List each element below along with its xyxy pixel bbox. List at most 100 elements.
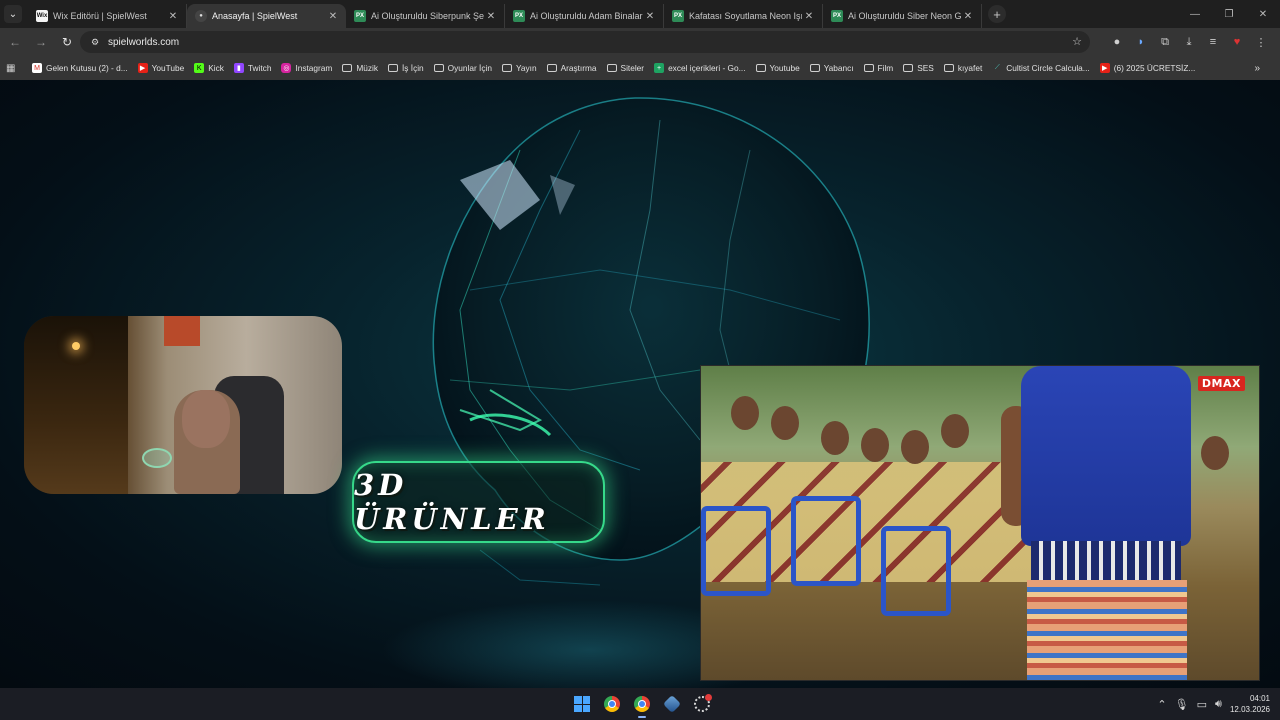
webcam-street-light: [72, 342, 80, 350]
taskbar-app-blue[interactable]: [660, 692, 684, 716]
bookmark-label: Film: [877, 63, 894, 73]
apps-grid-icon[interactable]: ▦: [6, 63, 22, 74]
bookmark-item[interactable]: Siteler: [606, 63, 644, 73]
toolbar-extensions: ● ◗ ⧉ ⤓ ≡ ♥ ⋮: [1106, 31, 1272, 53]
close-window-icon[interactable]: ✕: [1246, 0, 1280, 28]
spielwest-icon: ●: [195, 10, 207, 22]
close-icon[interactable]: ✕: [326, 11, 340, 22]
tab-title: Kafatası Soyutlama Neon Işık: [689, 11, 802, 21]
video-standing-person: [1001, 366, 1201, 680]
extensions-puzzle-icon[interactable]: ⧉: [1154, 31, 1176, 53]
bookmark-item[interactable]: ◎ Instagram: [281, 63, 332, 73]
windows-taskbar: ⌃ 🎙︎ ▭ 🔊︎ 04:01 12.03.2026: [0, 688, 1280, 720]
wix-icon: Wix: [36, 10, 48, 22]
tab-anasayfa[interactable]: ● Anasayfa | SpielWest ✕: [187, 4, 346, 28]
bookmark-item[interactable]: ▶ YouTube: [137, 63, 184, 73]
tab-title: Ai Oluşturuldu Siberpunk Şehir: [371, 11, 484, 21]
tab-strip: ⌄ Wix Wix Editörü | SpielWest ✕ ● Anasay…: [0, 0, 1280, 28]
audio-extension-icon[interactable]: ◗: [1130, 31, 1152, 53]
folder-icon: [809, 64, 820, 72]
clock-date: 12.03.2026: [1229, 705, 1270, 714]
bookmark-label: excel içerikleri - Go...: [668, 63, 746, 73]
bookmark-item[interactable]: Yabancı: [809, 63, 854, 73]
more-bookmarks-chevron-icon[interactable]: »: [1254, 63, 1260, 74]
bookmark-label: Yayın: [515, 63, 537, 73]
address-bar[interactable]: ⚙ spielworlds.com ☆: [80, 31, 1090, 53]
bookmark-label: Twitch: [247, 63, 272, 73]
tab-siberpunk-sehir[interactable]: PX Ai Oluşturuldu Siberpunk Şehir ✕: [346, 4, 505, 28]
bookmark-item[interactable]: İş İçin: [388, 63, 424, 73]
video-blue-chair: [881, 526, 951, 616]
clock[interactable]: 04:01 12.03.2026: [1230, 693, 1270, 715]
tab-siber-neon[interactable]: PX Ai Oluşturuldu Siber Neon Gec ✕: [823, 4, 982, 28]
bookmark-label: Oyunlar İçin: [447, 63, 492, 73]
tab-search-chevron-icon[interactable]: ⌄: [4, 5, 22, 23]
sheets-icon: +: [654, 63, 665, 73]
video-chairs: [701, 496, 981, 680]
taskbar-chrome[interactable]: [600, 692, 624, 716]
bookmark-item[interactable]: Youtube: [755, 63, 800, 73]
profile-avatar-icon[interactable]: ♥: [1226, 31, 1248, 53]
back-arrow-icon[interactable]: ←: [4, 31, 26, 53]
bookmark-item[interactable]: Araştırma: [546, 63, 597, 73]
youtube-icon: ▶: [137, 63, 148, 73]
close-icon[interactable]: ✕: [484, 11, 498, 22]
bookmarks-bar: ▦ M Gelen Kutusu (2) - d... ▶ YouTube K Kick ▮…: [0, 56, 1280, 80]
dmax-logo: DMAX: [1197, 376, 1245, 391]
microphone-tray-icon[interactable]: 🎙︎: [1175, 698, 1189, 711]
bookmark-item[interactable]: Oyunlar İçin: [433, 63, 492, 73]
bookmark-item[interactable]: ⟋ Cultist Circle Calcula...: [992, 63, 1090, 73]
bookmark-label: Araştırma: [560, 63, 597, 73]
reload-icon[interactable]: ↻: [56, 31, 78, 53]
video-child: [771, 406, 799, 440]
bookmark-star-icon[interactable]: ☆: [1072, 35, 1082, 48]
download-icon[interactable]: ⤓: [1178, 31, 1200, 53]
video-blue-chair: [701, 506, 771, 596]
tab-title: Ai Oluşturuldu Adam Binalar -: [530, 11, 643, 21]
folder-icon: [546, 64, 557, 72]
start-button[interactable]: [570, 692, 594, 716]
bookmark-item[interactable]: ▮ Twitch: [233, 63, 272, 73]
video-blue-chair: [791, 496, 861, 586]
3d-products-label: 3D ÜRÜNLER: [354, 468, 550, 536]
bookmark-label: Instagram: [295, 63, 333, 73]
video-child: [731, 396, 759, 430]
folder-icon: [755, 64, 766, 72]
network-icon[interactable]: ▭: [1197, 698, 1207, 711]
bookmark-item[interactable]: kıyafet: [943, 63, 982, 73]
bookmark-item[interactable]: Film: [863, 63, 894, 73]
bookmark-item[interactable]: M Gelen Kutusu (2) - d...: [32, 63, 128, 73]
close-icon[interactable]: ✕: [643, 11, 657, 22]
taskbar-obs[interactable]: [690, 692, 714, 716]
clock-time: 04:01: [1249, 694, 1270, 703]
menu-kebab-icon[interactable]: ⋮: [1250, 31, 1272, 53]
new-tab-plus-icon[interactable]: +: [988, 5, 1006, 23]
chrome-icon: [604, 696, 620, 712]
tab-adam-binalar[interactable]: PX Ai Oluşturuldu Adam Binalar - ✕: [505, 4, 664, 28]
chevron-up-icon[interactable]: ⌃: [1157, 698, 1166, 711]
close-icon[interactable]: ✕: [166, 11, 180, 22]
bookmark-item[interactable]: ▶ (6) 2025 ÜCRETSİZ...: [1099, 63, 1196, 73]
bookmark-label: (6) 2025 ÜCRETSİZ...: [1113, 63, 1196, 73]
close-icon[interactable]: ✕: [802, 11, 816, 22]
tab-wix-editor[interactable]: Wix Wix Editörü | SpielWest ✕: [28, 4, 187, 28]
extension-dot-icon[interactable]: ●: [1106, 31, 1128, 53]
system-tray: ⌃ 🎙︎ ▭ 🔊︎ 04:01 12.03.2026: [1157, 688, 1270, 720]
taskbar-chrome-active[interactable]: [630, 692, 654, 718]
forward-arrow-icon[interactable]: →: [30, 31, 52, 53]
bookmark-label: SES: [917, 63, 934, 73]
volume-icon[interactable]: 🔊︎: [1215, 698, 1222, 711]
3d-products-button[interactable]: 3D ÜRÜNLER: [352, 461, 605, 543]
bookmark-item[interactable]: SES: [903, 63, 934, 73]
media-controls-icon[interactable]: ≡: [1202, 31, 1224, 53]
bookmark-item[interactable]: Yayın: [501, 63, 537, 73]
bookmark-label: Cultist Circle Calcula...: [1006, 63, 1090, 73]
restore-icon[interactable]: ❐: [1212, 0, 1246, 28]
tab-kafatasi[interactable]: PX Kafatası Soyutlama Neon Işık ✕: [664, 4, 823, 28]
bookmark-item[interactable]: K Kick: [194, 63, 224, 73]
minimize-icon[interactable]: —: [1178, 0, 1212, 28]
site-info-icon[interactable]: ⚙: [88, 35, 102, 49]
bookmark-item[interactable]: + excel içerikleri - Go...: [654, 63, 746, 73]
bookmark-item[interactable]: Müzik: [342, 63, 378, 73]
close-icon[interactable]: ✕: [961, 11, 975, 22]
